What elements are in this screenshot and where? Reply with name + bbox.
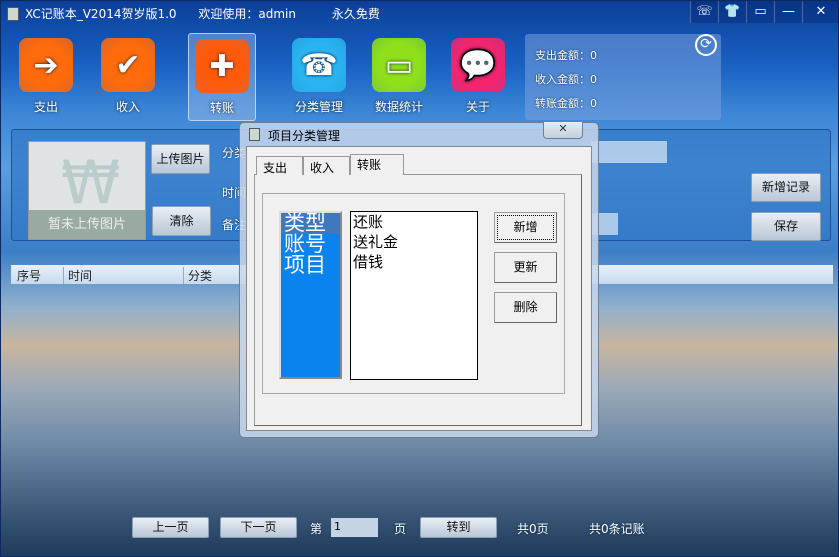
toolbar-label: 分类管理 [294,100,343,114]
toolbar-button-4[interactable]: ▭ 数据统计 [365,33,433,121]
toolbar-label: 支出 [33,100,58,114]
toolbar-label: 收入 [115,100,140,114]
tab-income[interactable]: 收入 [303,156,350,175]
app-title: XC记账本_V2014贺岁版1.0 [25,7,177,21]
welcome-text: 欢迎使用：admin [198,7,296,21]
items-listbox[interactable]: 还账 送礼金 借钱 [350,211,478,380]
goto-page-button[interactable]: 转到 [420,517,497,538]
add-button[interactable]: 新增 [494,212,557,243]
menu-icon[interactable]: ▭ [746,1,774,23]
calendar-icon: ▭ [372,38,426,92]
image-placeholder-text: 暂未上传图片 [29,210,145,239]
minimize-icon[interactable]: — [774,1,802,23]
type-option[interactable]: 类型 [281,213,340,234]
income-total: 收入金额：0 [535,73,597,86]
prev-page-button[interactable]: 上一页 [132,517,209,538]
license-text: 永久免费 [331,7,380,21]
list-item[interactable]: 借钱 [353,252,477,272]
page-number-input[interactable]: 1 [331,518,378,537]
expense-total: 支出金额：0 [535,49,597,62]
phone-icon: ☎ [292,38,346,92]
list-item[interactable]: 还账 [353,212,477,232]
clear-image-button[interactable]: 清除 [152,206,211,236]
type-option[interactable]: 项目 [281,255,340,276]
feedback-icon[interactable]: ☏ [690,1,718,23]
dialog-app-icon [249,128,260,141]
dialog-close-button[interactable]: ✕ [543,122,583,139]
close-icon[interactable]: ✕ [802,1,839,23]
new-record-button[interactable]: 新增记录 [751,173,821,202]
update-button[interactable]: 更新 [494,252,557,283]
speech-bubble-icon: 💬 [451,38,505,92]
page-prefix: 第 [310,522,323,536]
category-input[interactable] [591,141,667,163]
summary-panel: 支出金额：0 收入金额：0 转账金额：0 [525,34,721,120]
skin-icon[interactable]: 👕 [718,1,746,23]
refresh-icon[interactable]: ⟳ [695,34,717,56]
app-icon [7,7,19,21]
type-listbox[interactable]: 类型 账号 项目 [279,211,342,379]
upload-image-button[interactable]: 上传图片 [151,144,210,174]
toolbar-label: 数据统计 [374,100,423,114]
column-category[interactable]: 分类 [183,267,212,284]
total-records: 共0条记账 [589,522,645,536]
money-bag-icon: ₩ [61,148,121,218]
page-suffix: 页 [394,522,407,536]
toolbar-button-0[interactable]: ➔ 支出 [12,33,80,121]
toolbar-label: 关于 [465,100,490,114]
toolbar-button-1[interactable]: ✔ 收入 [94,33,162,121]
check-icon: ✔ [101,38,155,92]
column-time[interactable]: 时间 [63,267,92,284]
type-option[interactable]: 账号 [281,234,340,255]
tab-transfer[interactable]: 转账 [350,154,404,175]
dialog-title: 项目分类管理 [268,129,341,143]
save-button[interactable]: 保存 [751,212,821,241]
transfer-total: 转账金额：0 [535,97,597,110]
tab-expense[interactable]: 支出 [256,156,303,175]
next-page-button[interactable]: 下一页 [220,517,297,538]
list-item[interactable]: 送礼金 [353,232,477,252]
column-index[interactable]: 序号 [17,267,41,284]
title-bar: XC记账本_V2014贺岁版1.0 欢迎使用：admin 永久免费 [25,5,398,22]
toolbar-button-5[interactable]: 💬 关于 [444,33,512,121]
total-pages: 共0页 [517,522,549,536]
toolbar-button-2[interactable]: ✚ 转账 [188,33,256,121]
toolbar-button-3[interactable]: ☎ 分类管理 [285,33,353,121]
arrow-right-icon: ➔ [19,38,73,92]
toolbar-label: 转账 [209,101,234,115]
image-preview: ₩ 暂未上传图片 [28,141,146,240]
plus-icon: ✚ [195,39,249,93]
delete-button[interactable]: 删除 [494,292,557,323]
